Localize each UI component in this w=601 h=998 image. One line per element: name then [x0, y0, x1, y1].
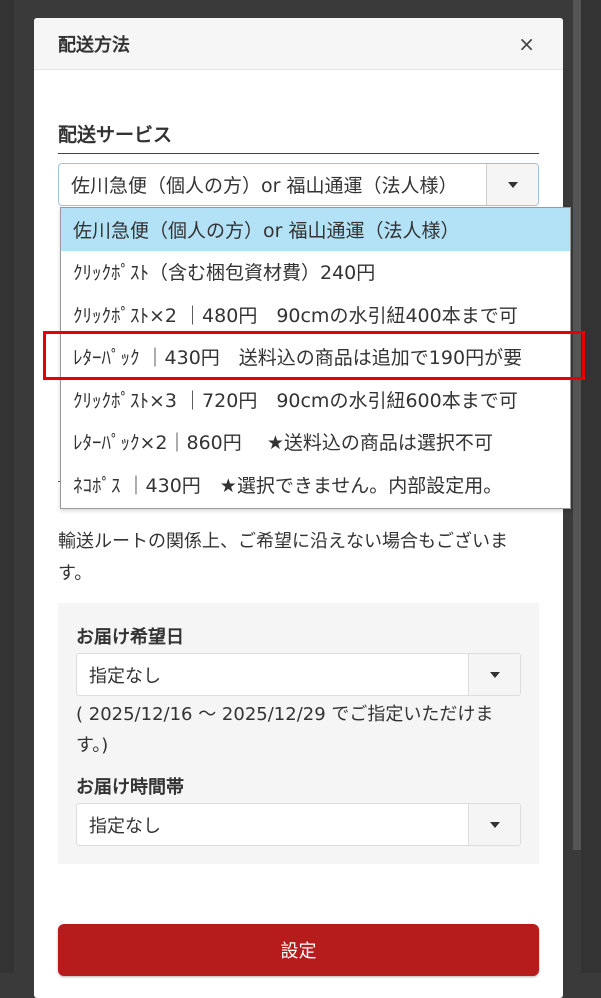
- chevron-down-icon: [507, 181, 518, 188]
- shipping-option[interactable]: ｸﾘｯｸﾎﾟｽﾄ×3 ｜720円 90cmの水引紐600本まで可: [61, 378, 570, 421]
- shipping-option[interactable]: ﾚﾀｰﾊﾟｯｸ ｜430円 送料込の商品は追加で190円が要: [61, 336, 570, 379]
- delivery-time-select[interactable]: 指定なし: [76, 803, 521, 846]
- shipping-option[interactable]: ﾚﾀｰﾊﾟｯｸ×2｜860円 ★送料込の商品は選択不可: [61, 421, 570, 464]
- delivery-date-dropdown-toggle[interactable]: [468, 654, 520, 695]
- backdrop-scroll-area: [573, 0, 581, 850]
- delivery-date-range-note: ( 2025/12/16 ～ 2025/12/29 でご指定いただけます。): [76, 704, 494, 756]
- delivery-date-label: お届け希望日: [76, 627, 184, 648]
- shipping-option[interactable]: ﾈｺﾎﾟｽ ｜430円 ★選択できません。内部設定用。: [61, 463, 570, 506]
- shipping-option[interactable]: ｸﾘｯｸﾎﾟｽﾄ×2 ｜480円 90cmの水引紐400本まで可: [61, 293, 570, 336]
- shipping-option[interactable]: ｸﾘｯｸﾎﾟｽﾄ（含む梱包資材費）240円: [61, 251, 570, 294]
- backdrop-right: [581, 0, 601, 973]
- delivery-time-label: お届け時間帯: [76, 777, 184, 798]
- delivery-date-value: 指定なし: [89, 665, 161, 687]
- delivery-date-select[interactable]: 指定なし: [76, 653, 521, 696]
- shipping-service-select[interactable]: 佐川急便（個人の方）or 福山通運（法人様）: [58, 163, 539, 206]
- shipping-service-heading: 配送サービス: [58, 120, 539, 154]
- modal-header: 配送方法 ×: [34, 18, 563, 70]
- modal-title: 配送方法: [58, 34, 130, 56]
- delivery-preferences-panel: お届け希望日 指定なし ( 2025/12/16 ～ 2025/12/29 でご…: [58, 603, 539, 864]
- delivery-time-value: 指定なし: [89, 815, 161, 837]
- shipping-service-selected-value: 佐川急便（個人の方）or 福山通運（法人様）: [71, 175, 458, 197]
- backdrop-left: [0, 0, 14, 973]
- chevron-down-icon: [489, 671, 500, 678]
- shipping-service-options-list: 佐川急便（個人の方）or 福山通運（法人様） ｸﾘｯｸﾎﾟｽﾄ（含む梱包資材費）…: [60, 207, 571, 509]
- shipping-service-dropdown-toggle[interactable]: [486, 164, 538, 205]
- submit-button[interactable]: 設定: [58, 924, 539, 976]
- chevron-down-icon: [489, 821, 500, 828]
- shipping-note: 輸送ルートの関係上、ご希望に沿えない場合もございます。: [58, 531, 508, 584]
- shipping-option[interactable]: 佐川急便（個人の方）or 福山通運（法人様）: [61, 208, 570, 251]
- delivery-time-dropdown-toggle[interactable]: [468, 804, 520, 845]
- close-icon[interactable]: ×: [518, 34, 535, 54]
